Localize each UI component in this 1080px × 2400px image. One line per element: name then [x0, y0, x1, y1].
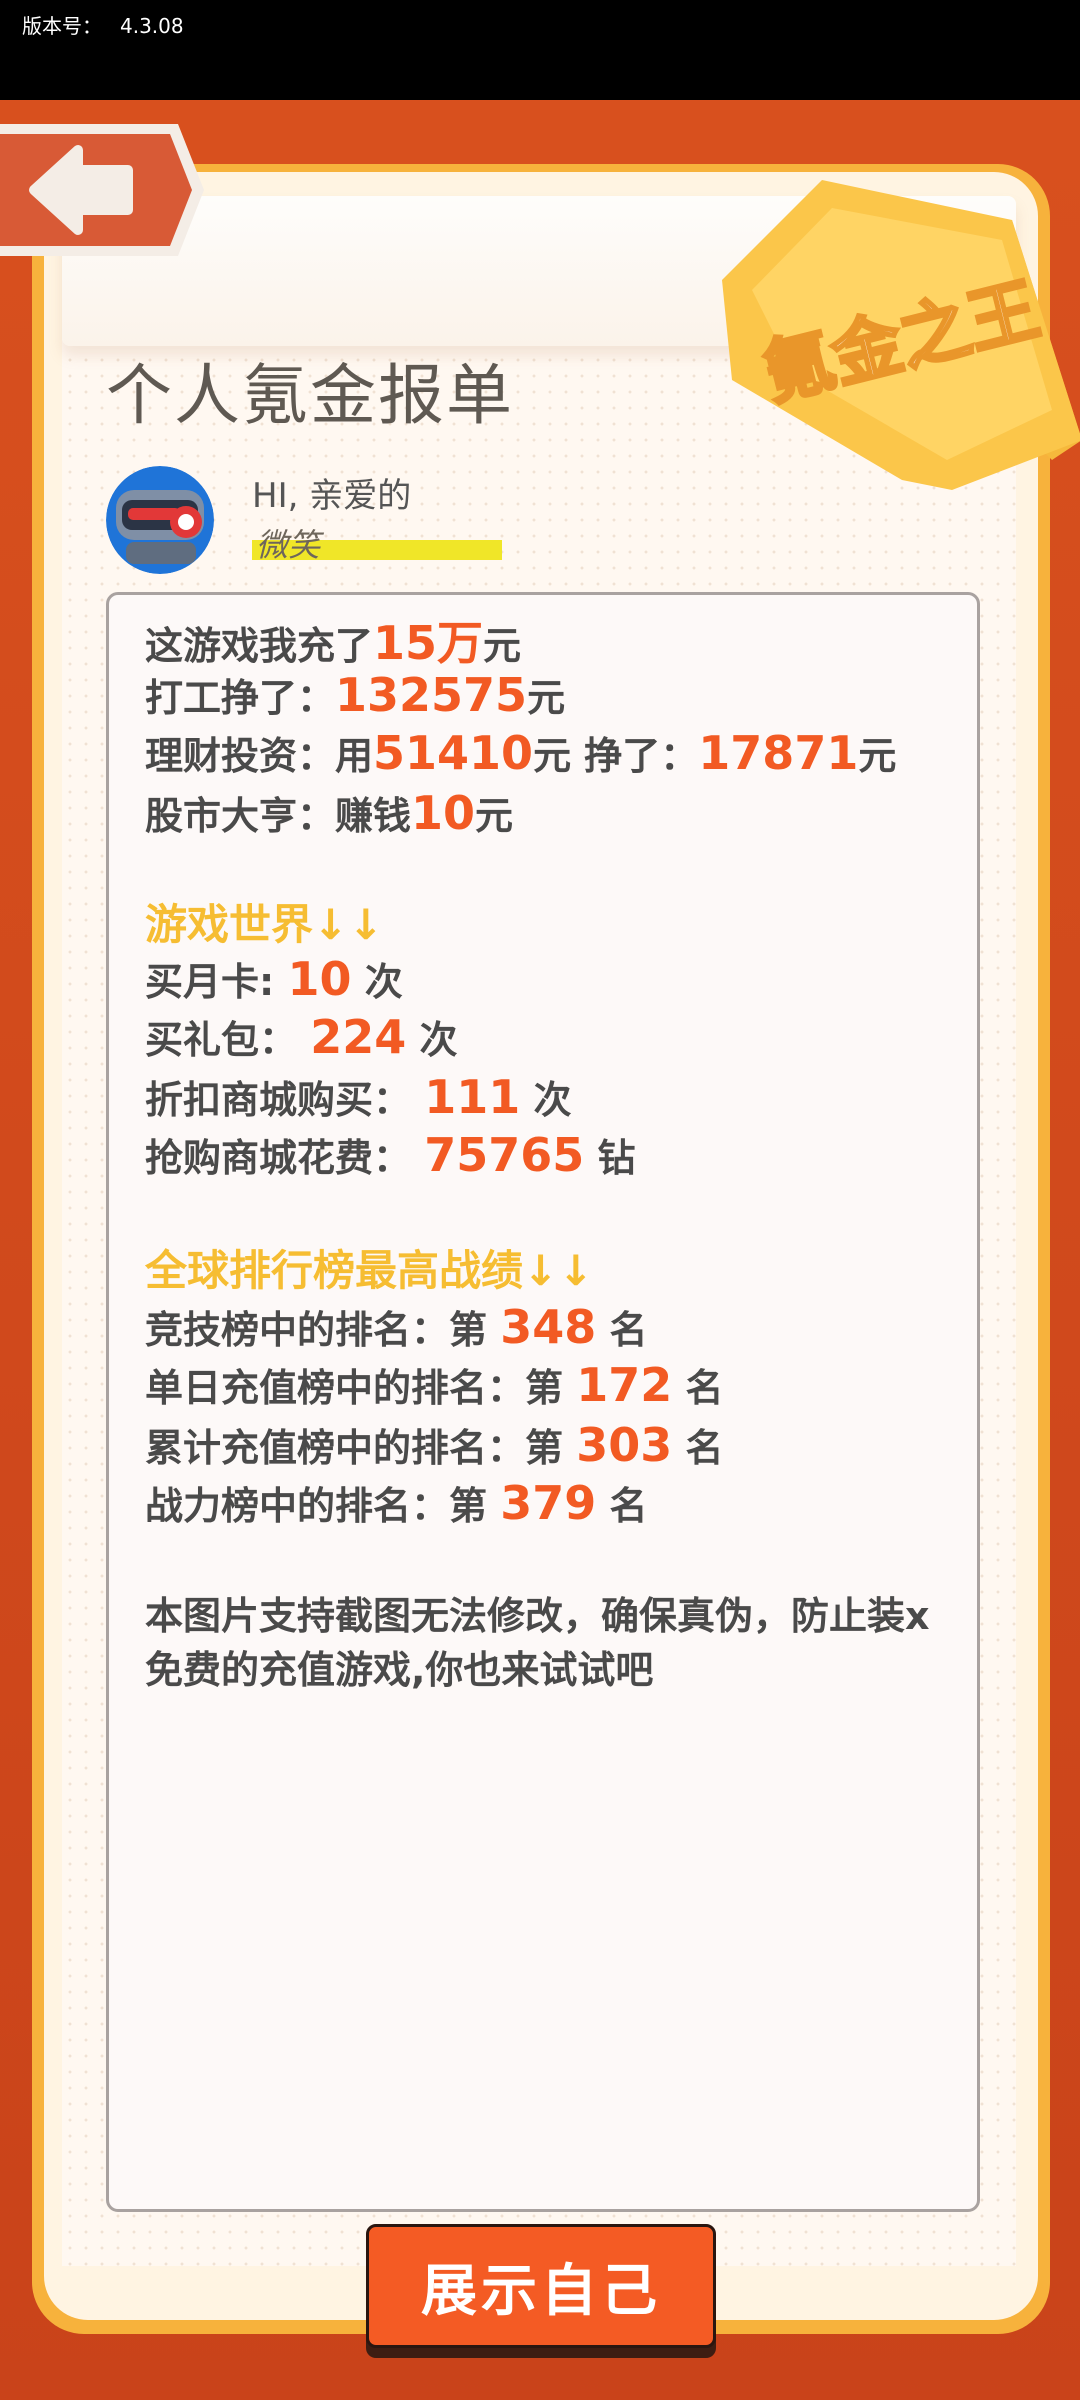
avatar[interactable] — [106, 466, 214, 574]
unit: 名 — [609, 1308, 648, 1352]
report-line-monthly-card: 买月卡: 10 次 — [145, 951, 403, 1006]
version-label: 版本号： — [22, 14, 102, 38]
unit: 次 — [364, 960, 403, 1004]
label: 折扣商城购买： — [145, 1078, 412, 1122]
report-line-gift-pack: 买礼包： 224 次 — [145, 1009, 458, 1064]
rank-line-total-recharge: 累计充值榜中的排名：第 303 名 — [145, 1417, 724, 1472]
value: 10 — [411, 786, 476, 840]
label: 单日充值榜中的排名：第 — [145, 1366, 564, 1410]
label: 战力榜中的排名：第 — [145, 1484, 488, 1528]
label: 竞技榜中的排名：第 — [145, 1308, 488, 1352]
version-value: 4.3.08 — [120, 14, 184, 38]
report-line-discount-shop: 折扣商城购买： 111 次 — [145, 1069, 572, 1124]
label: 累计充值榜中的排名：第 — [145, 1426, 564, 1470]
back-button[interactable] — [0, 118, 210, 262]
report-box: 这游戏我充了15万元 打工挣了：132575元 理财投资：用51410元 挣了：… — [106, 592, 980, 2212]
label: 理财投资：用 — [145, 734, 374, 778]
value: 379 — [500, 1476, 597, 1530]
unit: 次 — [533, 1078, 572, 1122]
show-myself-button[interactable]: 展示自己 — [366, 2224, 716, 2348]
label: 这游戏我充了 — [145, 624, 374, 668]
value: 75765 — [424, 1128, 585, 1182]
unit: 名 — [685, 1366, 724, 1410]
value: 111 — [424, 1070, 521, 1124]
value: 224 — [310, 1010, 407, 1064]
label: 元 挣了： — [533, 734, 699, 778]
status-bar: 版本号： 4.3.08 — [0, 0, 1080, 100]
value: 348 — [500, 1300, 597, 1354]
section-title-ranking: 全球排行榜最高战绩↓↓ — [145, 1246, 594, 1295]
rank-line-power: 战力榜中的排名：第 379 名 — [145, 1475, 648, 1530]
unit: 元 — [858, 734, 897, 778]
value: 303 — [576, 1418, 673, 1472]
value: 10 — [287, 952, 352, 1006]
label: 买月卡: — [145, 960, 275, 1004]
report-line-invest: 理财投资：用51410元 挣了：17871元 — [145, 725, 896, 780]
unit: 名 — [609, 1484, 648, 1528]
note-line-1: 本图片支持截图无法修改，确保真伪，防止装x — [145, 1594, 930, 1638]
label: 买礼包： — [145, 1018, 298, 1062]
value: 132575 — [335, 668, 528, 722]
label: 股市大亨：赚钱 — [145, 794, 412, 838]
unit: 次 — [419, 1018, 458, 1062]
note-line-2: 免费的充值游戏,你也来试试吧 — [145, 1648, 654, 1692]
robot-avatar-icon — [106, 466, 214, 574]
value: 17871 — [698, 726, 859, 780]
unit: 钻 — [597, 1136, 636, 1180]
label: 抢购商城花费： — [145, 1136, 412, 1180]
report-line-stock: 股市大亨：赚钱10元 — [145, 785, 513, 840]
ribbon-badge: 氪金之王 — [722, 180, 1080, 490]
value: 15万 — [373, 616, 484, 670]
section-title-game: 游戏世界↓↓ — [145, 900, 384, 949]
value: 51410 — [373, 726, 534, 780]
value: 172 — [576, 1358, 673, 1412]
report-line-flash-shop: 抢购商城花费： 75765 钻 — [145, 1127, 636, 1182]
nickname: 微笑 — [252, 520, 502, 566]
unit: 元 — [483, 624, 522, 668]
version-info: 版本号： 4.3.08 — [22, 10, 202, 39]
nickname-text: 微笑 — [256, 526, 321, 564]
report-line-recharge: 这游戏我充了15万元 — [145, 607, 521, 673]
unit: 元 — [475, 794, 514, 838]
greeting-text: HI, 亲爱的 — [252, 476, 412, 516]
rank-line-arena: 竞技榜中的排名：第 348 名 — [145, 1299, 648, 1354]
report-line-work: 打工挣了：132575元 — [145, 667, 565, 722]
rank-line-daily-recharge: 单日充值榜中的排名：第 172 名 — [145, 1357, 724, 1412]
label: 打工挣了： — [145, 676, 336, 720]
page-title: 个人氪金报单 — [106, 357, 514, 434]
unit: 名 — [685, 1426, 724, 1470]
unit: 元 — [527, 676, 566, 720]
